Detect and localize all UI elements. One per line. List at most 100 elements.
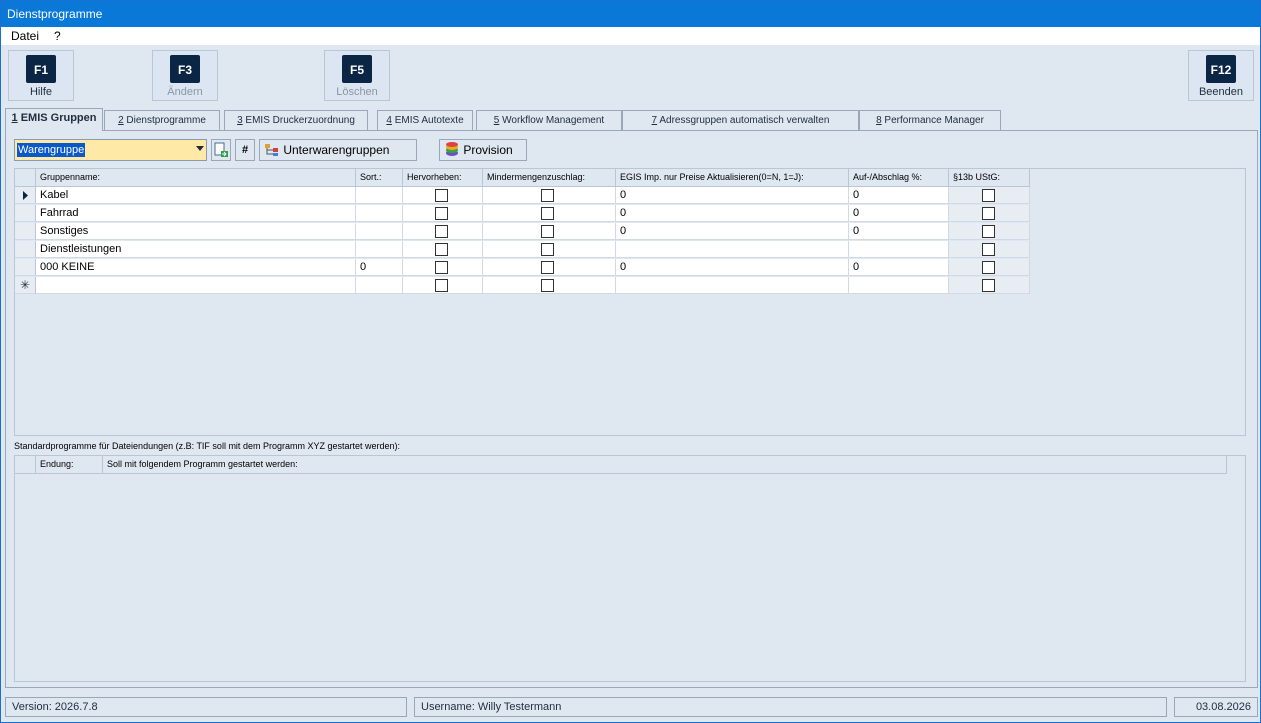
col-mindermengenzuschlag[interactable]: Mindermengenzuschlag: <box>483 169 616 187</box>
provision-label: Provision <box>463 143 513 157</box>
col-sort[interactable]: Sort.: <box>356 169 403 187</box>
table-cell-auf[interactable]: 0 <box>849 223 949 240</box>
tab-autotexte[interactable]: 4 EMIS Autotexte <box>377 110 473 130</box>
export-button[interactable] <box>211 139 231 161</box>
table-cell-egis[interactable] <box>616 241 849 258</box>
new-cell-mindermengen <box>483 277 616 294</box>
mindermengen-checkbox[interactable] <box>541 279 554 292</box>
tab-label: EMIS Gruppen <box>17 112 97 124</box>
table-cell-name[interactable]: Dienstleistungen <box>36 241 356 258</box>
table-cell-mindermengen <box>483 187 616 204</box>
col-13b-ustg[interactable]: §13b UStG: <box>949 169 1030 187</box>
table-cell-sort[interactable] <box>356 241 403 258</box>
coins-icon <box>446 142 458 156</box>
new-cell-hervorheben <box>403 277 483 294</box>
window-title: Dienstprogramme <box>7 7 103 21</box>
ustg-checkbox[interactable] <box>982 279 995 292</box>
row-header[interactable] <box>15 259 36 276</box>
title-bar: Dienstprogramme <box>1 1 1260 27</box>
tab-label: EMIS Autotexte <box>391 115 464 126</box>
new-cell-egis[interactable] <box>616 277 849 294</box>
current-row-icon <box>23 191 28 200</box>
row-header-current[interactable] <box>15 187 36 204</box>
tab-emis-gruppen[interactable]: 1 EMIS Gruppen <box>5 108 103 131</box>
mindermengen-checkbox[interactable] <box>541 225 554 238</box>
table-cell-mindermengen <box>483 205 616 222</box>
col-programm[interactable]: Soll mit folgendem Programm gestartet we… <box>103 456 1227 474</box>
table-cell-mindermengen <box>483 241 616 258</box>
table-cell-13b <box>949 259 1030 276</box>
table-cell-sort[interactable] <box>356 223 403 240</box>
tab-performance-manager[interactable]: 8 Performance Manager <box>859 110 1001 130</box>
mindermengen-checkbox[interactable] <box>541 189 554 202</box>
table-cell-sort[interactable] <box>356 205 403 222</box>
menu-bar: Datei? <box>1 27 1260 45</box>
tab-label: EMIS Druckerzuordnung <box>242 115 355 126</box>
ustg-checkbox[interactable] <box>982 225 995 238</box>
mindermengen-checkbox[interactable] <box>541 243 554 256</box>
table-cell-name[interactable]: Fahrrad <box>36 205 356 222</box>
table-cell-egis[interactable]: 0 <box>616 205 849 222</box>
delete-button[interactable]: F5 Löschen <box>324 50 390 101</box>
hervorheben-checkbox[interactable] <box>435 225 448 238</box>
row-header[interactable] <box>15 241 36 258</box>
main-window: Dienstprogramme Datei? F1 Hilfe F3 Änder… <box>0 0 1261 723</box>
table-cell-mindermengen <box>483 223 616 240</box>
group-type-combo[interactable]: Warengruppe <box>14 139 207 161</box>
hervorheben-checkbox[interactable] <box>435 243 448 256</box>
provision-button[interactable]: Provision <box>439 139 527 161</box>
tab-dienstprogramme[interactable]: 2 Dienstprogramme <box>104 110 220 130</box>
menu-help[interactable]: ? <box>44 27 66 45</box>
edit-button[interactable]: F3 Ändern <box>152 50 218 101</box>
table-cell-sort[interactable] <box>356 187 403 204</box>
table-cell-egis[interactable]: 0 <box>616 259 849 276</box>
new-cell-sort[interactable] <box>356 277 403 294</box>
table-cell-13b <box>949 241 1030 258</box>
table-cell-sort[interactable]: 0 <box>356 259 403 276</box>
table-cell-name[interactable]: Kabel <box>36 187 356 204</box>
table-cell-auf[interactable]: 0 <box>849 259 949 276</box>
hervorheben-checkbox[interactable] <box>435 207 448 220</box>
col-auf-abschlag[interactable]: Auf-/Abschlag %: <box>849 169 949 187</box>
tab-druckerzuordnung[interactable]: 3 EMIS Druckerzuordnung <box>224 110 368 130</box>
help-button[interactable]: F1 Hilfe <box>8 50 74 101</box>
table-cell-auf[interactable] <box>849 241 949 258</box>
menu-datei[interactable]: Datei <box>1 27 44 45</box>
help-label: Hilfe <box>29 86 52 98</box>
ustg-checkbox[interactable] <box>982 261 995 274</box>
col-gruppenname[interactable]: Gruppenname: <box>36 169 356 187</box>
export-icon <box>214 142 228 157</box>
combo-value: Warengruppe <box>17 143 86 157</box>
tab-workflow[interactable]: 5 Workflow Management <box>476 110 622 130</box>
table-cell-auf[interactable]: 0 <box>849 187 949 204</box>
hervorheben-checkbox[interactable] <box>435 189 448 202</box>
new-row-icon[interactable]: ✳ <box>15 277 36 294</box>
unterwarengruppen-button[interactable]: Unterwarengruppen <box>259 139 417 161</box>
col-hervorheben[interactable]: Hervorheben: <box>403 169 483 187</box>
col-egis[interactable]: EGIS Imp. nur Preise Aktualisieren(0=N, … <box>616 169 849 187</box>
new-cell-name[interactable] <box>36 277 356 294</box>
ustg-checkbox[interactable] <box>982 189 995 202</box>
row-header[interactable] <box>15 223 36 240</box>
version-text: Version: 2026.7.8 <box>5 697 407 717</box>
table-cell-egis[interactable]: 0 <box>616 223 849 240</box>
new-cell-auf[interactable] <box>849 277 949 294</box>
col-endung[interactable]: Endung: <box>36 456 103 474</box>
hervorheben-checkbox[interactable] <box>435 279 448 292</box>
ustg-checkbox[interactable] <box>982 243 995 256</box>
row-header[interactable] <box>15 205 36 222</box>
chevron-down-icon[interactable] <box>196 146 204 151</box>
exit-button[interactable]: F12 Beenden <box>1188 50 1254 101</box>
table-cell-egis[interactable]: 0 <box>616 187 849 204</box>
mindermengen-checkbox[interactable] <box>541 261 554 274</box>
ustg-checkbox[interactable] <box>982 207 995 220</box>
hash-button[interactable]: # <box>235 139 255 161</box>
table-cell-auf[interactable]: 0 <box>849 205 949 222</box>
tab-adressgruppen[interactable]: 7 Adressgruppen automatisch verwalten <box>622 110 859 130</box>
mindermengen-checkbox[interactable] <box>541 207 554 220</box>
status-bar: Version: 2026.7.8 Username: Willy Tester… <box>1 693 1260 722</box>
hervorheben-checkbox[interactable] <box>435 261 448 274</box>
table-cell-name[interactable]: 000 KEINE <box>36 259 356 276</box>
f12-key-icon: F12 <box>1206 55 1236 83</box>
table-cell-name[interactable]: Sonstiges <box>36 223 356 240</box>
